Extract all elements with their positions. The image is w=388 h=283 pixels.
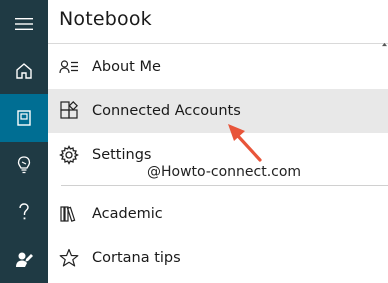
annotation-arrow — [228, 124, 262, 162]
insights-button[interactable] — [0, 141, 48, 189]
lightbulb-icon — [17, 156, 31, 174]
notebook-icon — [17, 110, 31, 126]
about-me-icon — [59, 57, 79, 77]
menu-item-label: About Me — [92, 59, 161, 75]
page-title: Notebook — [59, 8, 152, 30]
notebook-panel: Notebook About Me Connected Accounts Set… — [48, 0, 388, 283]
menu-item-label: Connected Accounts — [92, 103, 241, 119]
connected-accounts-icon — [59, 101, 79, 121]
menu-item-label: Academic — [92, 206, 163, 222]
star-icon — [59, 248, 79, 268]
menu-item-cortana-tips[interactable]: Cortana tips — [48, 236, 388, 280]
menu-item-connected-accounts[interactable]: Connected Accounts — [48, 89, 388, 133]
nav-rail — [0, 0, 48, 283]
feedback-button[interactable] — [0, 235, 48, 283]
title-divider — [48, 43, 388, 44]
hamburger-menu-button[interactable] — [0, 0, 48, 48]
books-icon — [59, 204, 79, 224]
feedback-icon — [16, 252, 33, 267]
help-button[interactable] — [0, 188, 48, 236]
notebook-button[interactable] — [0, 94, 48, 142]
settings-gear-icon — [59, 145, 79, 165]
menu-item-label: Settings — [92, 147, 152, 163]
menu-item-label: Cortana tips — [92, 250, 181, 266]
section-divider — [61, 185, 388, 186]
help-icon — [19, 203, 29, 220]
hamburger-icon — [15, 18, 33, 30]
home-icon — [16, 63, 32, 79]
menu-item-academic[interactable]: Academic — [48, 192, 388, 236]
menu-item-about-me[interactable]: About Me — [48, 45, 388, 89]
home-button[interactable] — [0, 47, 48, 95]
